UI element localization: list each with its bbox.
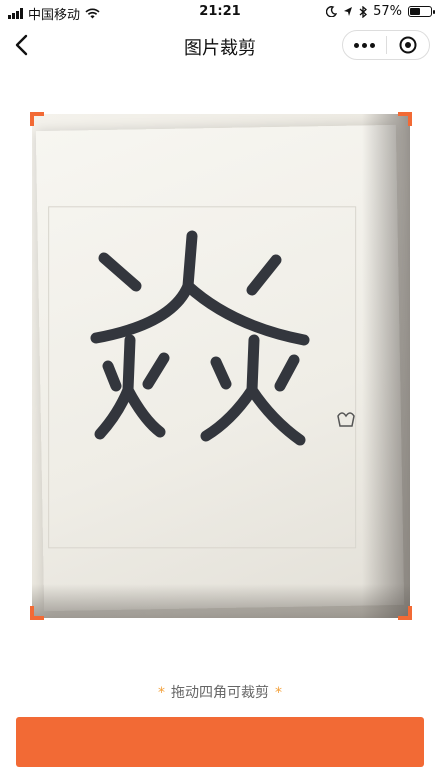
- cropped-photo: [32, 114, 410, 618]
- battery-percent: 57%: [373, 4, 402, 19]
- crop-handle-bottom-left[interactable]: [30, 606, 44, 620]
- hint-star-left: *: [158, 685, 165, 701]
- close-icon[interactable]: [387, 36, 430, 54]
- crop-handle-bottom-right[interactable]: [398, 606, 412, 620]
- hint-star-right: *: [275, 685, 282, 701]
- navigation-bar: 图片裁剪: [0, 24, 440, 68]
- battery-fill: [410, 8, 421, 15]
- handwritten-character-graphic: [90, 230, 355, 446]
- crop-hint: * 拖动四角可裁剪 *: [0, 682, 440, 702]
- photo-shadow-bottom: [32, 584, 410, 618]
- mini-program-capsule: [342, 30, 430, 60]
- status-right: 57%: [326, 4, 435, 19]
- crop-handle-top-left[interactable]: [30, 112, 44, 126]
- crop-area[interactable]: [30, 112, 412, 620]
- more-icon[interactable]: [343, 42, 386, 48]
- confirm-crop-button[interactable]: [16, 717, 424, 767]
- hint-text: 拖动四角可裁剪: [171, 685, 269, 701]
- bluetooth-icon: [359, 5, 368, 18]
- status-bar: 中国移动 21:21 57%: [0, 0, 440, 24]
- battery-icon: [408, 6, 435, 17]
- location-icon: [344, 7, 353, 16]
- photo-shadow-right: [362, 114, 410, 618]
- crop-handle-top-right[interactable]: [398, 112, 412, 126]
- moon-icon: [326, 6, 338, 17]
